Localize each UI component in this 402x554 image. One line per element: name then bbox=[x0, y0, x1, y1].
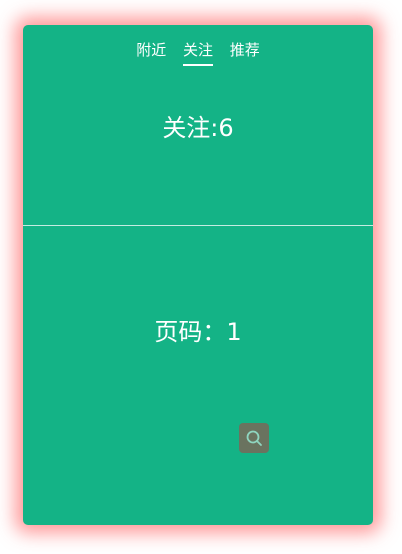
content-card: 附近 关注 推荐 关注:6 页码：1 bbox=[23, 25, 373, 525]
follow-count-text: 关注:6 bbox=[162, 114, 234, 142]
tab-nearby[interactable]: 附近 bbox=[136, 39, 166, 64]
search-button[interactable] bbox=[239, 423, 269, 453]
page-number-text: 页码：1 bbox=[154, 318, 242, 346]
search-icon bbox=[246, 430, 262, 446]
divider bbox=[23, 225, 373, 226]
top-tabs: 附近 关注 推荐 bbox=[23, 39, 373, 66]
tab-recommended[interactable]: 推荐 bbox=[230, 39, 260, 64]
tab-following[interactable]: 关注 bbox=[182, 39, 213, 66]
